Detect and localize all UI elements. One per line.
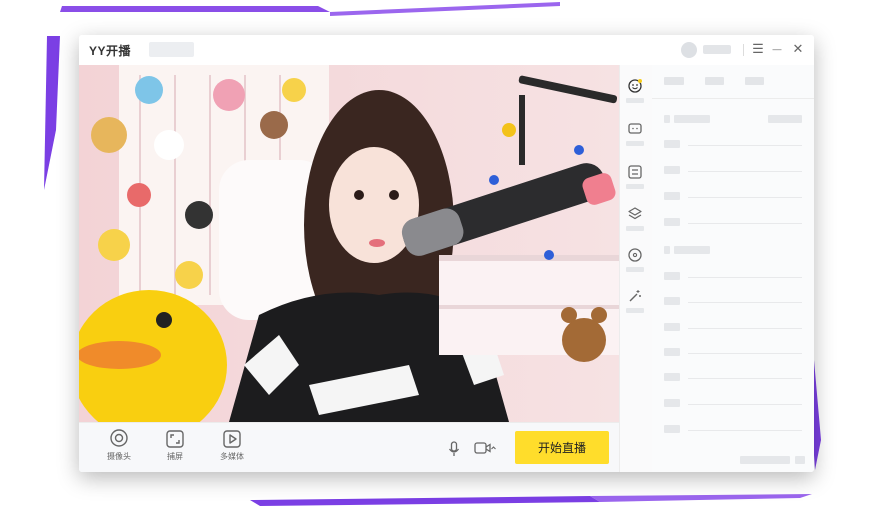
right-panel (652, 65, 814, 472)
chevron-up-icon (491, 446, 496, 450)
title-bar: YY开播 ☰ — ✕ (79, 35, 814, 66)
preview-image (79, 65, 619, 422)
row-line (688, 197, 802, 198)
row-line (688, 145, 802, 146)
side-icon-bar (619, 65, 653, 472)
tab-placeholder-2[interactable] (705, 77, 724, 85)
magic-wand-icon[interactable] (628, 289, 642, 303)
microphone-icon[interactable] (448, 441, 460, 457)
tab-placeholder-1[interactable] (664, 77, 684, 85)
sticker-label-placeholder (626, 98, 644, 103)
row-line (688, 171, 802, 172)
footer-action-placeholder[interactable] (795, 456, 805, 464)
camera-tool[interactable]: 摄像头 (99, 429, 139, 462)
close-button[interactable]: ✕ (790, 40, 806, 58)
layers-icon[interactable] (628, 207, 642, 221)
section-title-placeholder-2 (674, 246, 710, 254)
titlebar-divider (743, 44, 744, 56)
sticker-icon[interactable] (628, 79, 642, 93)
row-placeholder (664, 323, 680, 331)
video-camera-icon[interactable] (474, 441, 496, 455)
chat-label-placeholder (626, 141, 644, 146)
row-placeholder (664, 218, 680, 226)
media-tool[interactable]: 多媒体 (212, 429, 252, 462)
channel-placeholder (149, 42, 194, 57)
row-placeholder (664, 140, 680, 148)
music-label-placeholder (626, 267, 644, 272)
music-disc-icon[interactable] (628, 248, 642, 262)
row-placeholder (664, 348, 680, 356)
chat-icon[interactable] (628, 122, 642, 136)
row-line (688, 404, 802, 405)
live-preview (79, 65, 619, 422)
section-title-placeholder-1 (674, 115, 710, 123)
panel-tabs (652, 65, 814, 99)
row-line (688, 430, 802, 431)
webcam-icon (110, 429, 128, 447)
list-icon[interactable] (628, 165, 642, 179)
play-icon (223, 430, 241, 448)
row-line (688, 328, 802, 329)
row-line (688, 353, 802, 354)
row-placeholder (664, 373, 680, 381)
app-window: YY开播 ☰ — ✕ 摄像头 捕屏 多媒体 开始直播 (79, 35, 814, 472)
row-placeholder (664, 425, 680, 433)
app-logo: YY开播 (89, 44, 132, 58)
section-dot-1 (664, 115, 670, 123)
row-placeholder (664, 272, 680, 280)
row-line (688, 378, 802, 379)
screen-capture-icon (166, 430, 184, 448)
row-placeholder (664, 166, 680, 174)
footer-placeholder (740, 456, 790, 464)
camera-label: 摄像头 (107, 452, 131, 461)
row-line (688, 223, 802, 224)
tools-label-placeholder (626, 308, 644, 313)
minimize-button[interactable]: — (769, 40, 785, 58)
menu-icon[interactable]: ☰ (750, 40, 766, 58)
row-line (688, 277, 802, 278)
row-line (688, 302, 802, 303)
layers-label-placeholder (626, 226, 644, 231)
capture-tool[interactable]: 捕屏 (155, 429, 195, 462)
start-live-button[interactable]: 开始直播 (515, 431, 609, 464)
section-dot-2 (664, 246, 670, 254)
tab-placeholder-3[interactable] (745, 77, 764, 85)
bottom-toolbar: 摄像头 捕屏 多媒体 开始直播 (79, 422, 619, 472)
list-label-placeholder (626, 184, 644, 189)
username-placeholder[interactable] (703, 45, 731, 54)
capture-label: 捕屏 (167, 452, 183, 461)
section-action-placeholder-1[interactable] (768, 115, 802, 123)
row-placeholder (664, 399, 680, 407)
avatar[interactable] (681, 42, 697, 58)
media-label: 多媒体 (220, 452, 244, 461)
row-placeholder (664, 297, 680, 305)
row-placeholder (664, 192, 680, 200)
